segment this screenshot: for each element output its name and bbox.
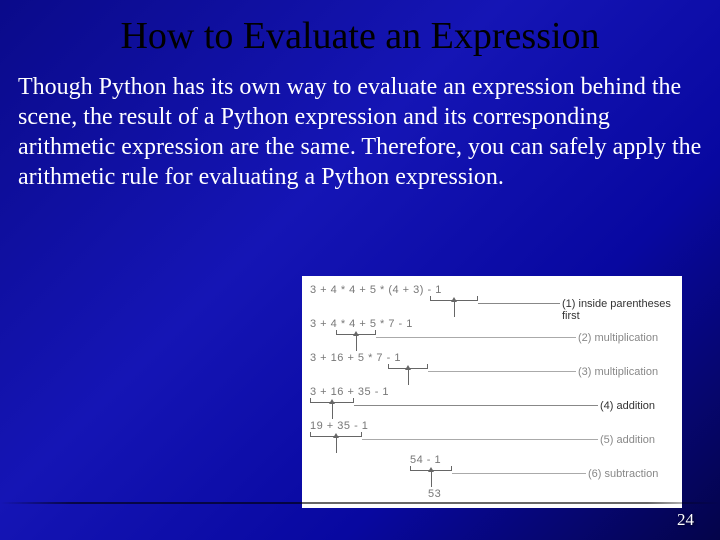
connector-1 xyxy=(376,337,576,338)
expr-row-2: 3 + 16 + 5 * 7 - 1 xyxy=(310,352,401,364)
expr-row-3: 3 + 16 + 35 - 1 xyxy=(310,386,389,398)
expr-row-5: 54 - 1 xyxy=(410,454,441,466)
note-2: (3) multiplication xyxy=(578,366,658,378)
slide-body-text: Though Python has its own way to evaluat… xyxy=(0,68,720,192)
expr-row-0: 3 + 4 * 4 + 5 * (4 + 3) - 1 xyxy=(310,284,442,296)
connector-0 xyxy=(478,303,560,304)
expr-row-6: 53 xyxy=(428,488,441,500)
note-4: (5) addition xyxy=(600,434,655,446)
arrow-4 xyxy=(336,437,337,453)
expr-row-1: 3 + 4 * 4 + 5 * 7 - 1 xyxy=(310,318,413,330)
note-5: (6) subtraction xyxy=(588,468,658,480)
connector-4 xyxy=(362,439,598,440)
slide: How to Evaluate an Expression Though Pyt… xyxy=(0,0,720,540)
connector-5 xyxy=(452,473,586,474)
slide-title: How to Evaluate an Expression xyxy=(0,0,720,68)
arrow-5 xyxy=(431,471,432,487)
connector-3 xyxy=(354,405,598,406)
arrow-3 xyxy=(332,403,333,419)
note-1: (2) multiplication xyxy=(578,332,658,344)
connector-2 xyxy=(428,371,576,372)
note-3: (4) addition xyxy=(600,400,655,412)
footer-divider xyxy=(0,502,720,504)
note-0: (1) inside parentheses first xyxy=(562,298,682,322)
evaluation-diagram: 3 + 4 * 4 + 5 * (4 + 3) - 1 3 + 4 * 4 + … xyxy=(302,276,682,508)
arrow-1 xyxy=(356,335,357,351)
page-number: 24 xyxy=(677,510,694,530)
expr-row-4: 19 + 35 - 1 xyxy=(310,420,368,432)
arrow-2 xyxy=(408,369,409,385)
arrow-0 xyxy=(454,301,455,317)
